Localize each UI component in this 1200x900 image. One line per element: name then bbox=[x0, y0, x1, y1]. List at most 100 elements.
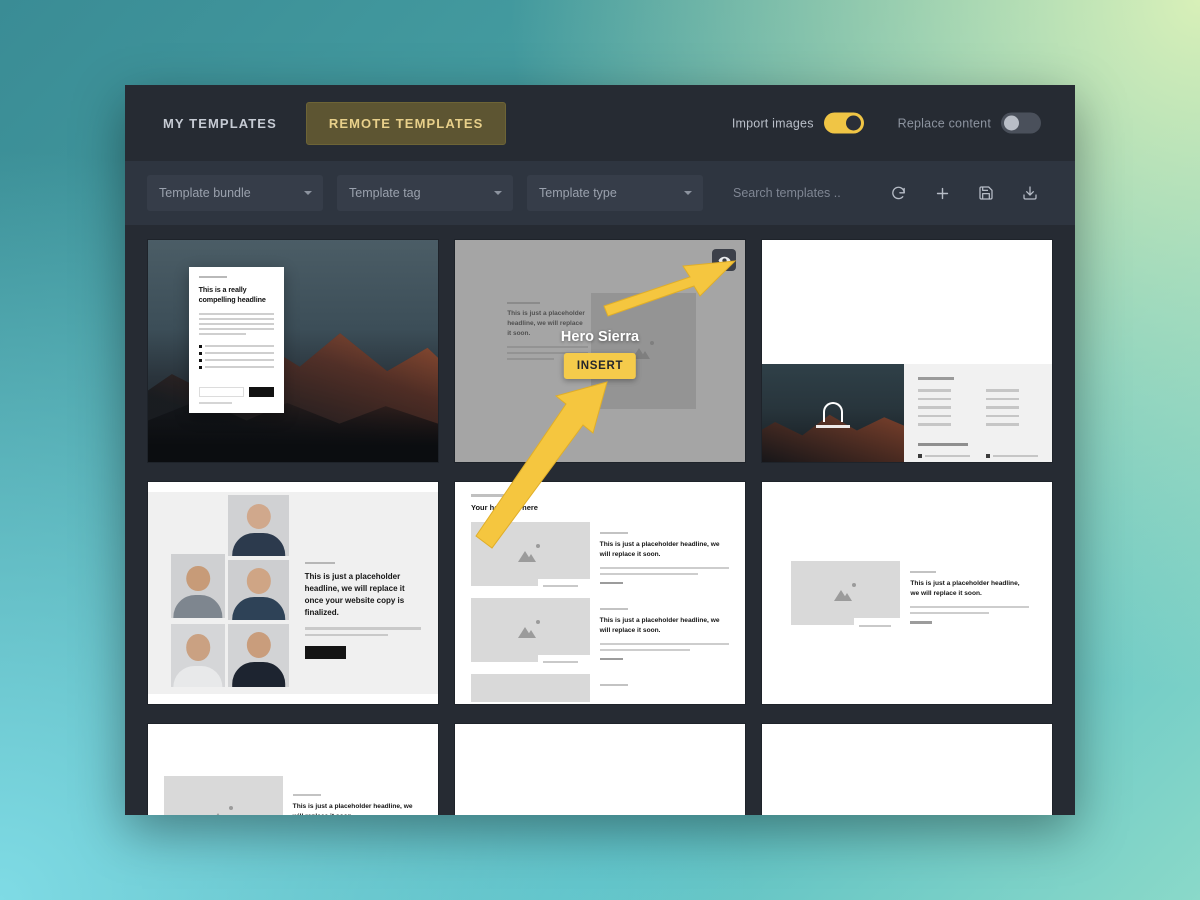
replace-content-label: Replace content bbox=[897, 116, 991, 130]
fine-print bbox=[198, 402, 232, 405]
article-copy: This is just a placeholder headline, we … bbox=[910, 561, 1029, 625]
toolbar-actions bbox=[885, 180, 1053, 206]
image-caption bbox=[853, 618, 911, 633]
chevron-down-icon bbox=[684, 191, 692, 195]
body-lines bbox=[910, 606, 1029, 615]
body-lines bbox=[304, 627, 421, 636]
tab-remote-templates[interactable]: REMOTE TEMPLATES bbox=[305, 101, 507, 145]
refresh-icon[interactable] bbox=[885, 180, 911, 206]
team-photo bbox=[228, 559, 290, 621]
select-label: Template bundle bbox=[159, 186, 251, 200]
template-card-team-grid[interactable]: This is just a placeholder headline, we … bbox=[147, 481, 439, 705]
read-more-link bbox=[599, 657, 623, 661]
insert-button[interactable]: INSERT bbox=[563, 353, 637, 379]
image-placeholder-icon bbox=[833, 583, 858, 603]
template-card-blank[interactable] bbox=[454, 723, 746, 815]
article-single-page: This is just a placeholder headline, we … bbox=[762, 482, 1052, 704]
article-item: This is just a placeholder headline, we … bbox=[471, 521, 729, 594]
team-photo bbox=[228, 495, 290, 556]
read-more-link bbox=[599, 581, 623, 585]
template-card-footer-links[interactable] bbox=[761, 239, 1053, 463]
social-title bbox=[918, 442, 969, 446]
template-card-article-single[interactable]: This is just a placeholder headline, we … bbox=[761, 481, 1053, 705]
read-more-link bbox=[910, 621, 932, 624]
team-photo bbox=[171, 624, 225, 687]
eyebrow-line bbox=[599, 531, 629, 534]
image-caption bbox=[537, 578, 600, 594]
body-lines bbox=[599, 642, 729, 651]
email-field bbox=[198, 387, 245, 398]
article-image bbox=[471, 597, 600, 670]
header-toggles: Import images Replace content bbox=[731, 112, 1041, 134]
select-template-tag[interactable]: Template tag bbox=[337, 175, 513, 211]
feature-list bbox=[199, 345, 275, 373]
chevron-down-icon bbox=[304, 191, 312, 195]
eye-icon[interactable] bbox=[712, 249, 736, 271]
submit-button bbox=[249, 387, 275, 398]
card-headline: This is just a placeholder headline, we … bbox=[304, 572, 405, 618]
template-grid[interactable]: This is a really compelling headline Her… bbox=[125, 225, 1075, 815]
article-headline: This is just a placeholder headline, we … bbox=[599, 540, 720, 558]
toggle-knob bbox=[1004, 115, 1019, 131]
card-headline: This is just a placeholder headline, we … bbox=[292, 803, 413, 815]
article-copy: This is just a placeholder headline, we … bbox=[599, 598, 729, 662]
eyebrow-line bbox=[599, 607, 629, 610]
article-image bbox=[471, 673, 590, 702]
hero-overlay-card: This is a really compelling headline bbox=[188, 266, 285, 414]
import-images-toggle[interactable] bbox=[823, 112, 864, 134]
search-input[interactable] bbox=[733, 186, 859, 200]
select-template-type[interactable]: Template type bbox=[527, 175, 703, 211]
article-copy bbox=[599, 674, 729, 702]
team-photo-grid bbox=[171, 495, 293, 690]
card-headline: Your headline here bbox=[471, 502, 538, 512]
hovered-template-title: Hero Sierra bbox=[560, 329, 640, 345]
template-card-article-single-2[interactable]: This is just a placeholder headline, we … bbox=[147, 723, 439, 815]
search-templates-box[interactable] bbox=[721, 175, 871, 211]
tab-my-templates[interactable]: MY TEMPLATES bbox=[163, 116, 277, 131]
body-lines bbox=[198, 312, 275, 338]
eyebrow-line bbox=[471, 494, 513, 497]
team-photo bbox=[228, 624, 290, 687]
eyebrow-line bbox=[198, 275, 228, 278]
application-window: MY TEMPLATES REMOTE TEMPLATES Import ima… bbox=[125, 85, 1075, 815]
replace-content-toggle[interactable] bbox=[1001, 112, 1041, 134]
blank-page bbox=[455, 724, 745, 815]
app-header: MY TEMPLATES REMOTE TEMPLATES Import ima… bbox=[125, 85, 1075, 161]
template-card-dark-device[interactable] bbox=[761, 723, 1053, 815]
article-image bbox=[164, 776, 283, 815]
import-images-label: Import images bbox=[731, 116, 814, 130]
logo-wordmark bbox=[816, 425, 851, 429]
article-item: This is just a placeholder headline, we … bbox=[471, 597, 729, 670]
select-label: Template tag bbox=[349, 186, 421, 200]
cta-button bbox=[304, 646, 347, 659]
white-strip bbox=[762, 803, 1000, 815]
links-columns bbox=[918, 389, 1038, 432]
template-card-mountain-hero[interactable]: This is a really compelling headline bbox=[147, 239, 439, 463]
article-single-page: This is just a placeholder headline, we … bbox=[148, 724, 438, 815]
download-icon[interactable] bbox=[1017, 180, 1043, 206]
plus-icon[interactable] bbox=[929, 180, 955, 206]
template-card-article-list[interactable]: Your headline here This is just a placeh… bbox=[454, 481, 746, 705]
card-headline: This is a really compelling headline bbox=[198, 284, 266, 305]
footer-photo bbox=[762, 364, 905, 462]
logo-mark bbox=[823, 402, 844, 423]
card-headline: This is just a placeholder headline, we … bbox=[910, 580, 1020, 598]
blank-top-area bbox=[762, 240, 1052, 365]
eyebrow-line bbox=[292, 794, 322, 797]
links-title bbox=[918, 377, 955, 381]
hover-dim-overlay bbox=[455, 240, 745, 462]
template-card-hero-sierra[interactable]: This is just a placeholder headline, we … bbox=[454, 239, 746, 463]
select-template-bundle[interactable]: Template bundle bbox=[147, 175, 323, 211]
body-lines bbox=[599, 566, 729, 575]
device-page bbox=[762, 724, 1052, 815]
brand-logo bbox=[816, 402, 851, 429]
article-item: This is just a placeholder headline, we … bbox=[164, 776, 422, 815]
filter-toolbar: Template bundle Template tag Template ty… bbox=[125, 161, 1075, 225]
eyebrow-line bbox=[599, 683, 629, 686]
team-photo bbox=[171, 553, 225, 619]
signup-form bbox=[198, 387, 275, 398]
image-placeholder-icon bbox=[518, 543, 542, 564]
image-caption bbox=[537, 654, 600, 670]
save-icon[interactable] bbox=[973, 180, 999, 206]
article-image bbox=[471, 521, 600, 594]
